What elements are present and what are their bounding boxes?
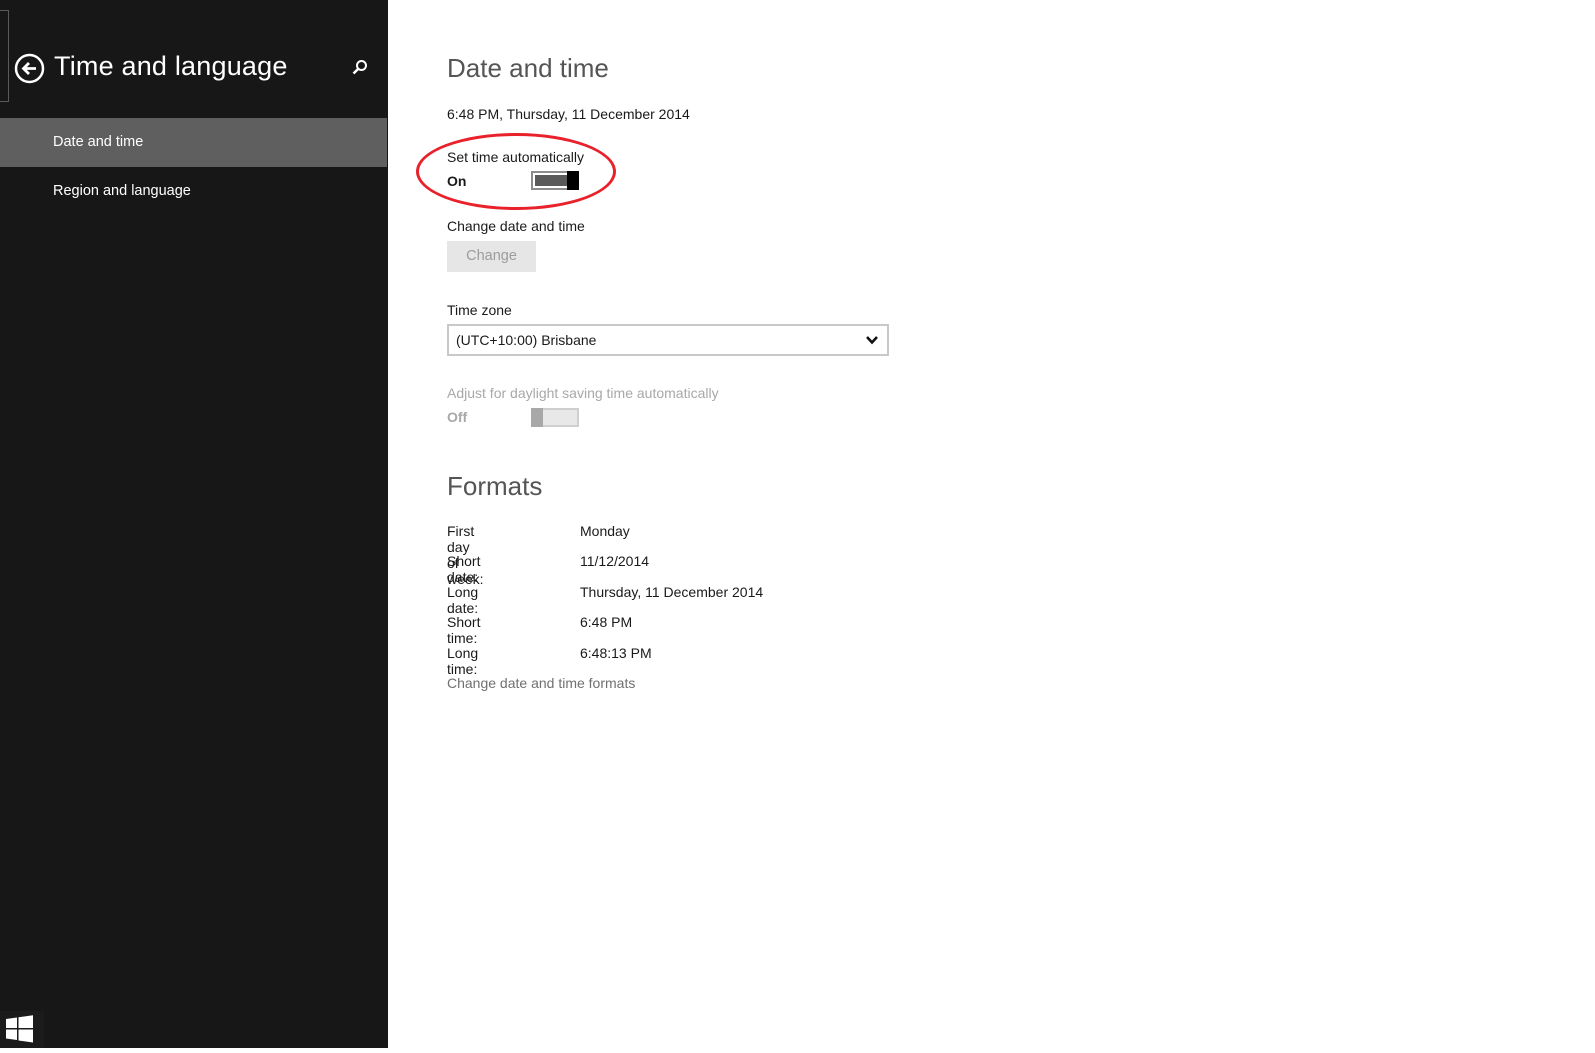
format-label: Short date: <box>447 553 481 585</box>
start-button[interactable] <box>0 1011 44 1048</box>
change-formats-link[interactable]: Change date and time formats <box>447 675 635 691</box>
sidebar: Time and language Date and time Region a… <box>0 0 388 1048</box>
set-time-auto-label: Set time automatically <box>447 149 584 165</box>
search-button[interactable] <box>350 58 370 78</box>
format-label: Long date: <box>447 584 479 616</box>
page-title: Time and language <box>54 51 288 81</box>
red-annotation-ellipse <box>416 133 616 210</box>
sidebar-item-region-and-language[interactable]: Region and language <box>0 167 387 216</box>
set-time-auto-state: On <box>447 173 467 189</box>
time-zone-value: (UTC+10:00) Brisbane <box>456 332 597 348</box>
dst-label: Adjust for daylight saving time automati… <box>447 385 719 401</box>
toggle-knob <box>567 171 579 190</box>
back-arrow-circle-icon <box>14 53 45 84</box>
format-label: Short time: <box>447 614 481 646</box>
current-date-time: 6:48 PM, Thursday, 11 December 2014 <box>447 106 690 122</box>
set-time-auto-toggle[interactable] <box>531 171 579 190</box>
window-edge-frame <box>0 10 9 102</box>
section-heading-date-and-time: Date and time <box>447 53 609 83</box>
dst-toggle[interactable] <box>531 408 579 427</box>
toggle-fill <box>535 175 567 186</box>
section-heading-formats: Formats <box>447 471 543 501</box>
format-value: 11/12/2014 <box>580 553 650 569</box>
change-button[interactable]: Change <box>447 241 536 272</box>
search-icon <box>352 60 367 75</box>
windows-logo-icon <box>6 1015 33 1043</box>
format-value: 6:48 PM <box>580 614 633 630</box>
change-date-time-label: Change date and time <box>447 218 585 234</box>
time-zone-label: Time zone <box>447 302 512 318</box>
format-label: Long time: <box>447 645 479 677</box>
time-zone-dropdown[interactable]: (UTC+10:00) Brisbane <box>447 324 889 356</box>
back-button[interactable] <box>14 53 45 84</box>
format-value: Monday <box>580 523 630 539</box>
sidebar-item-label: Region and language <box>53 183 191 199</box>
sidebar-item-date-and-time[interactable]: Date and time <box>0 118 387 167</box>
sidebar-item-label: Date and time <box>53 134 144 150</box>
toggle-knob <box>531 408 543 427</box>
format-value: Thursday, 11 December 2014 <box>580 584 764 600</box>
format-value: 6:48:13 PM <box>580 645 652 661</box>
chevron-down-icon <box>866 336 878 345</box>
dst-state: Off <box>447 409 468 425</box>
